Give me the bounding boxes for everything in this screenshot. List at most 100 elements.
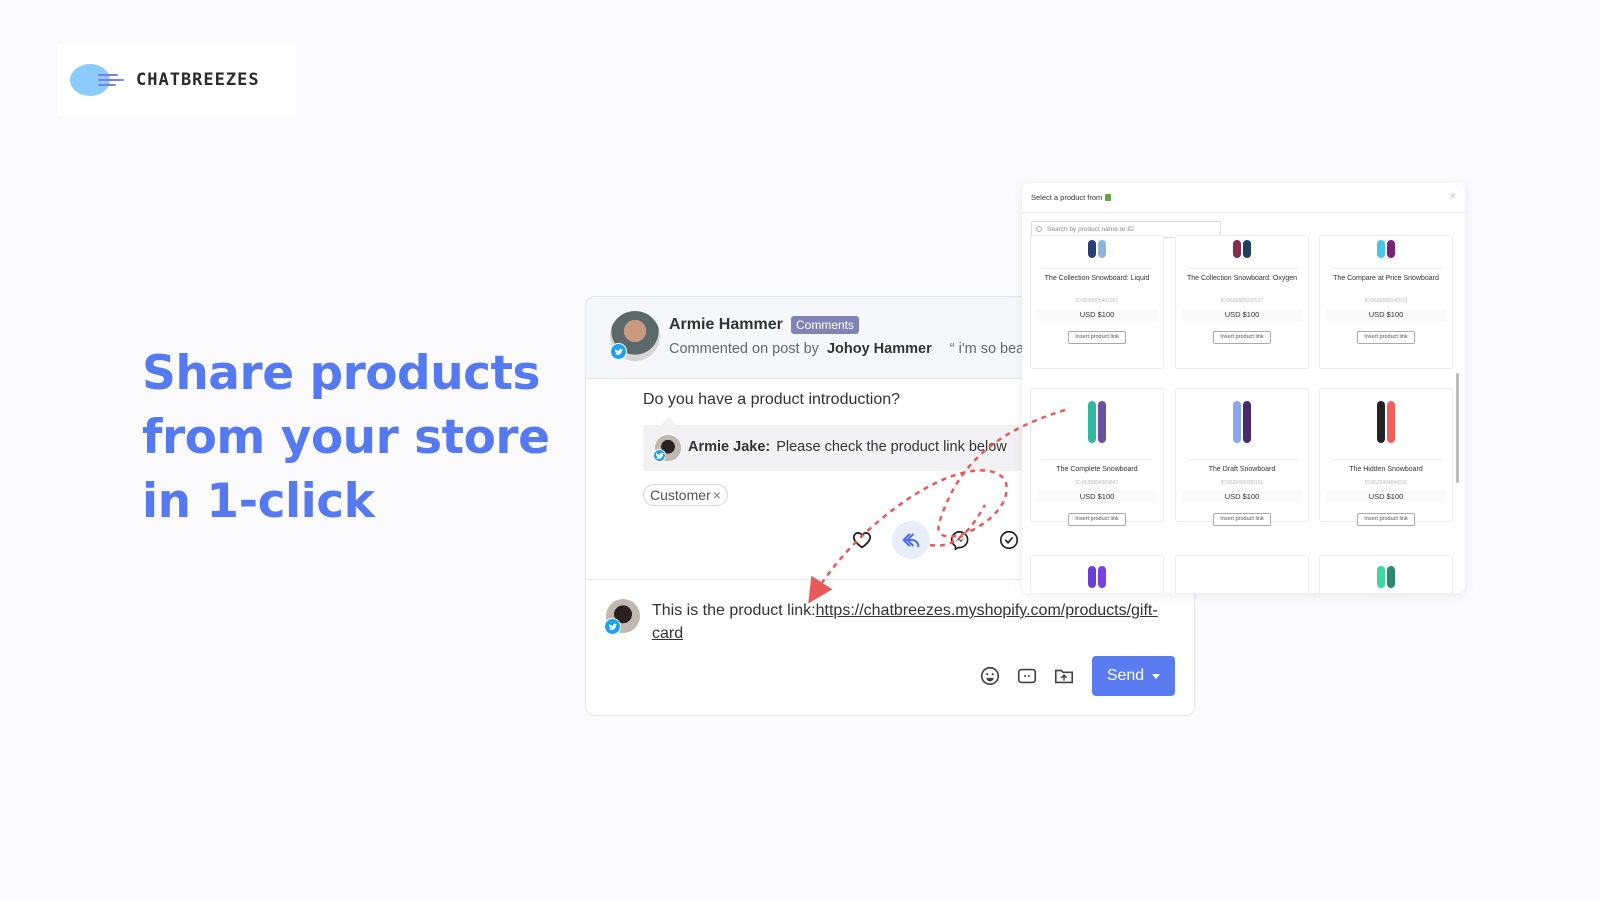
- quick-reply-icon: [1017, 668, 1037, 684]
- twitter-icon: [610, 343, 627, 360]
- product-name: The Collection Snowboard: Liquid: [1044, 275, 1150, 282]
- product-image: [1233, 566, 1251, 593]
- reply-bubble: Armie Jake: Please check the product link…: [643, 417, 1033, 471]
- emoji-icon: [980, 666, 1000, 686]
- snowboard-image: [1098, 401, 1106, 443]
- shopify-icon: [1105, 194, 1112, 201]
- snowboard-image: [1098, 566, 1106, 588]
- snowboard-image: [1387, 566, 1395, 588]
- messenger-button[interactable]: [943, 523, 977, 557]
- post-context: Commented on post by Johoy Hammer “ i'm …: [669, 341, 1036, 357]
- headline-line: from your store: [142, 410, 550, 465]
- picker-scrollbar[interactable]: [1456, 373, 1459, 483]
- product-card[interactable]: The Hidden Snowboard ID:8635804844311 USD …: [1319, 388, 1453, 526]
- reply-button[interactable]: [892, 521, 930, 559]
- heart-icon: [852, 532, 872, 549]
- like-button[interactable]: [845, 523, 879, 557]
- product-divider: [1041, 268, 1153, 269]
- snowboard-image: [1088, 240, 1096, 258]
- snowboard-image: [1377, 566, 1385, 588]
- product-image: [1088, 240, 1106, 258]
- source-badge: Comments: [791, 316, 860, 334]
- snowboard-image: [1088, 566, 1096, 588]
- emoji-button[interactable]: [977, 663, 1003, 689]
- twitter-icon: [653, 449, 666, 462]
- insert-product-link-button[interactable]: Insert product link: [1357, 331, 1415, 344]
- post-author[interactable]: Johoy Hammer: [827, 341, 932, 357]
- search-icon: [1036, 226, 1042, 232]
- product-card[interactable]: [1030, 555, 1164, 593]
- product-image: [1377, 566, 1395, 588]
- quick-reply-button[interactable]: [1014, 663, 1040, 689]
- picker-header: Select a product from ×: [1022, 183, 1465, 213]
- snowboard-image: [1377, 401, 1385, 443]
- send-button[interactable]: Send: [1092, 656, 1175, 696]
- customer-tag[interactable]: Customer ×: [643, 484, 728, 506]
- brand-logo: CHATBREEZES: [58, 44, 296, 116]
- product-card[interactable]: The Draft Snowboard ID:8635805008151 USD $…: [1175, 388, 1309, 526]
- product-id: ID:8635804844311: [1364, 480, 1408, 486]
- twitter-icon: [604, 618, 621, 635]
- product-price: USD $100: [1037, 491, 1157, 503]
- product-picker: Select a product from × Search by produc…: [1022, 183, 1465, 593]
- product-id: ID:8635805008151: [1220, 480, 1264, 486]
- product-card[interactable]: The Collection Snowboard: Oxygen ID:86358…: [1175, 235, 1309, 369]
- product-divider: [1041, 459, 1153, 460]
- product-divider: [1186, 459, 1298, 460]
- reply-author: Armie Jake:: [688, 439, 771, 455]
- headline: Share products from your store in 1-clic…: [142, 342, 562, 534]
- insert-product-link-button[interactable]: Insert product link: [1068, 331, 1126, 344]
- reply-icon: [902, 533, 920, 548]
- product-price: USD $100: [1326, 491, 1446, 503]
- author-name: Armie Hammer: [669, 316, 783, 333]
- product-image: [1088, 401, 1106, 443]
- upload-button[interactable]: [1051, 663, 1077, 689]
- product-image: [1233, 401, 1251, 443]
- product-card[interactable]: [1319, 555, 1453, 593]
- message-prefix: This is the product link:: [652, 602, 816, 619]
- product-id: ID:8635805040919: [1364, 298, 1408, 304]
- message-input[interactable]: This is the product link:https://chatbre…: [652, 599, 1172, 645]
- product-image: [1377, 240, 1395, 258]
- product-image: [1377, 401, 1395, 443]
- snowboard-image: [1088, 401, 1096, 443]
- snowboard-image: [1098, 240, 1106, 258]
- reply-message: Please check the product link below: [776, 439, 1007, 455]
- search-placeholder: Search by product name or ID: [1047, 226, 1134, 233]
- commented-prefix: Commented on post by: [669, 341, 819, 357]
- tag-remove-icon[interactable]: ×: [713, 487, 721, 503]
- product-card[interactable]: The Collection Snowboard: Liquid ID:86358…: [1030, 235, 1164, 369]
- insert-product-link-button[interactable]: Insert product link: [1357, 513, 1415, 526]
- snowboard-image: [1387, 401, 1395, 443]
- insert-product-link-button[interactable]: Insert product link: [1213, 331, 1271, 344]
- product-divider: [1330, 459, 1442, 460]
- product-card[interactable]: The Compare at Price Snowboard ID:8635805…: [1319, 235, 1453, 369]
- product-name: The Collection Snowboard: Oxygen: [1186, 275, 1298, 282]
- chevron-down-icon[interactable]: [1152, 673, 1161, 679]
- product-id: ID:8635805401367: [1075, 298, 1119, 304]
- snowboard-image: [1387, 240, 1395, 258]
- cloud-wind-icon: [70, 62, 128, 98]
- headline-line: Share products: [142, 346, 540, 401]
- product-id: ID:8635805237527: [1220, 298, 1264, 304]
- snowboard-image: [1377, 240, 1385, 258]
- product-divider: [1186, 268, 1298, 269]
- product-card[interactable]: [1175, 555, 1309, 593]
- logo-text: CHATBREEZES: [136, 70, 260, 90]
- insert-product-link-button[interactable]: Insert product link: [1213, 513, 1271, 526]
- product-card[interactable]: The Complete Snowboard ID:8635804909847 US…: [1030, 388, 1164, 526]
- product-price: USD $100: [1037, 309, 1157, 321]
- product-name: The Draft Snowboard: [1208, 466, 1276, 473]
- product-price: USD $100: [1182, 491, 1302, 503]
- resolve-button[interactable]: [992, 523, 1026, 557]
- headline-line: in 1-click: [142, 474, 375, 529]
- close-icon[interactable]: ×: [1450, 191, 1456, 202]
- upload-folder-icon: [1054, 669, 1074, 684]
- product-divider: [1330, 268, 1442, 269]
- check-circle-icon: [999, 530, 1019, 550]
- picker-title: Select a product from: [1031, 193, 1112, 202]
- tag-label: Customer: [650, 487, 711, 503]
- product-name: The Compare at Price Snowboard: [1333, 275, 1439, 282]
- insert-product-link-button[interactable]: Insert product link: [1068, 513, 1126, 526]
- picker-title-text: Select a product from: [1031, 193, 1103, 202]
